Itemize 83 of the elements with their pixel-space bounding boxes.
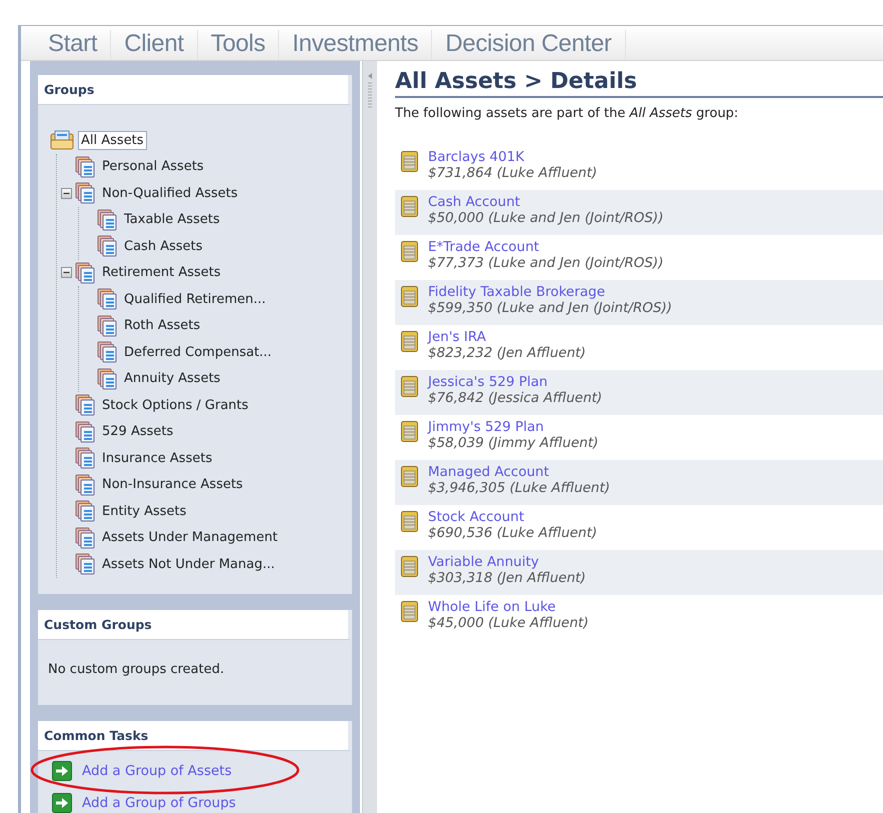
stacked-pages-icon: [75, 500, 95, 522]
asset-value: $77,373 (Luke and Jen (Joint/ROS)): [428, 255, 664, 271]
stacked-pages-icon: [97, 341, 117, 364]
asset-value: $690,536 (Luke Affluent): [428, 525, 598, 541]
tree-item[interactable]: Non-Qualified Assets: [99, 184, 241, 203]
tree-item[interactable]: Insurance Assets: [99, 448, 216, 468]
tree-item[interactable]: Taxable Assets: [121, 210, 223, 230]
task-link[interactable]: Add a Group of Assets: [82, 762, 232, 778]
collapse-toggle[interactable]: [60, 267, 72, 278]
ledger-icon: [401, 196, 418, 217]
asset-link[interactable]: Fidelity Taxable Brokerage: [428, 284, 672, 300]
asset-value: $823,232 (Jen Affluent): [428, 345, 586, 361]
tree-item[interactable]: Roth Assets: [121, 316, 204, 336]
tree-item[interactable]: Cash Assets: [121, 236, 206, 256]
asset-link[interactable]: Whole Life on Luke: [428, 599, 589, 615]
tree-item[interactable]: Retirement Assets: [99, 263, 224, 282]
asset-value: $76,842 (Jessica Affluent): [428, 390, 602, 406]
stacked-pages-icon: [97, 288, 117, 310]
asset-link[interactable]: Barclays 401K: [428, 149, 598, 165]
stacked-pages-icon: [75, 420, 95, 443]
tree-item[interactable]: Stock Options / Grants: [99, 396, 252, 415]
asset-link[interactable]: Jen's IRA: [428, 329, 586, 345]
panel-title: Custom Groups: [38, 610, 352, 640]
asset-value: $58,039 (Jimmy Affluent): [428, 435, 598, 451]
tree-item[interactable]: Entity Assets: [99, 502, 190, 521]
ledger-icon: [401, 376, 418, 397]
asset-value: $303,318 (Jen Affluent): [428, 570, 586, 586]
nav-tab[interactable]: Decision Center: [432, 30, 626, 60]
tree-item[interactable]: Annuity Assets: [121, 369, 224, 388]
ledger-icon: [401, 556, 418, 577]
asset-value: $731,864 (Luke Affluent): [428, 165, 598, 181]
nav-tab[interactable]: Start: [35, 30, 112, 60]
stacked-pages-icon: [97, 208, 117, 231]
tree-item[interactable]: 529 Assets: [99, 422, 176, 442]
panel-title: Common Tasks: [38, 720, 352, 750]
tree-item[interactable]: Assets Under Management: [99, 528, 281, 548]
ledger-icon: [401, 151, 418, 172]
asset-value: $50,000 (Luke and Jen (Joint/ROS)): [428, 210, 664, 226]
ledger-icon: [401, 331, 418, 352]
stacked-pages-icon: [75, 553, 95, 576]
asset-link[interactable]: Cash Account: [428, 194, 664, 210]
ledger-icon: [401, 466, 418, 487]
ledger-icon: [401, 241, 418, 262]
asset-link[interactable]: Managed Account: [428, 464, 610, 480]
nav-tab[interactable]: Investments: [279, 30, 432, 60]
ledger-icon: [401, 421, 418, 442]
stacked-pages-icon: [75, 526, 95, 549]
asset-link[interactable]: Jimmy's 529 Plan: [428, 419, 598, 435]
tree-item[interactable]: Deferred Compensat...: [121, 342, 275, 362]
task-link[interactable]: Add a Group of Groups: [82, 794, 236, 810]
asset-link[interactable]: Variable Annuity: [428, 554, 586, 570]
stacked-pages-icon: [75, 474, 95, 496]
page-title: All Assets > Details: [395, 69, 883, 98]
stacked-pages-icon: [97, 235, 117, 258]
panel-title: Groups: [38, 75, 352, 105]
stacked-pages-icon: [75, 447, 95, 470]
stacked-pages-icon: [97, 314, 117, 337]
empty-message: No custom groups created.: [47, 660, 226, 678]
stacked-pages-icon: [97, 368, 117, 390]
asset-value: $3,946,305 (Luke Affluent): [428, 480, 610, 496]
tree-item[interactable]: Personal Assets: [99, 157, 207, 176]
intro-text: The following assets are part of the All Assets group:: [395, 106, 740, 121]
asset-value: $599,350 (Luke and Jen (Joint/ROS)): [428, 300, 672, 316]
folder-icon: [50, 130, 74, 150]
splitter-handle[interactable]: [362, 61, 377, 813]
ledger-icon: [401, 286, 418, 307]
collapse-toggle[interactable]: [60, 188, 72, 199]
ledger-icon: [401, 601, 418, 622]
stacked-pages-icon: [75, 262, 95, 284]
stacked-pages-icon: [75, 156, 95, 178]
asset-value: $45,000 (Luke Affluent): [428, 615, 589, 631]
tree-item[interactable]: Assets Not Under Manag...: [99, 554, 278, 574]
asset-link[interactable]: E*Trade Account: [428, 239, 664, 255]
nav-tab[interactable]: Tools: [198, 30, 280, 60]
nav-tab[interactable]: Client: [111, 30, 198, 60]
stacked-pages-icon: [75, 394, 95, 416]
ledger-icon: [401, 511, 418, 532]
tree-item[interactable]: All Assets: [78, 130, 147, 150]
stacked-pages-icon: [75, 182, 95, 204]
tree-item[interactable]: Non-Insurance Assets: [99, 475, 246, 494]
asset-link[interactable]: Jessica's 529 Plan: [428, 374, 602, 390]
tree-item[interactable]: Qualified Retiremen...: [121, 290, 269, 309]
asset-link[interactable]: Stock Account: [428, 509, 598, 525]
